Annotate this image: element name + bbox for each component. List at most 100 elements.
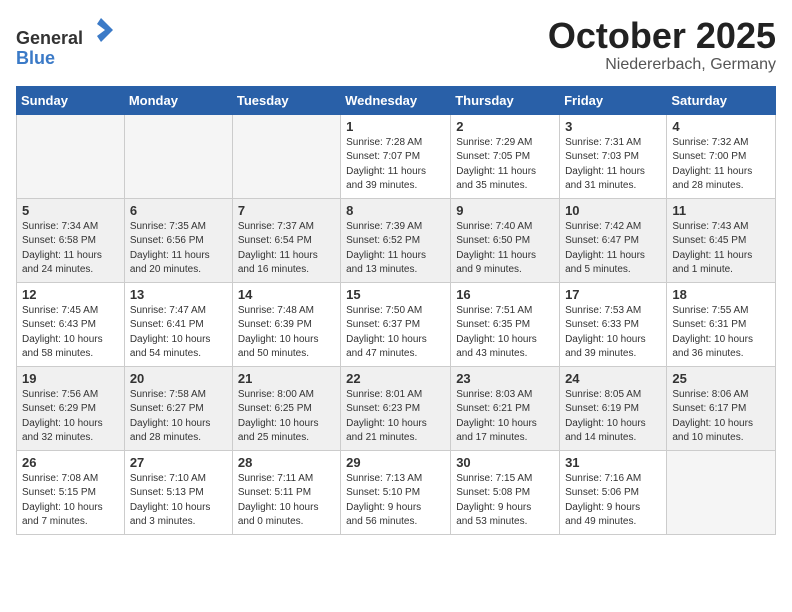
day-number: 5 bbox=[22, 203, 119, 218]
calendar-cell bbox=[17, 114, 125, 198]
logo-icon bbox=[87, 16, 115, 44]
calendar-week-row: 1Sunrise: 7:28 AM Sunset: 7:07 PM Daylig… bbox=[17, 114, 776, 198]
logo: General Blue bbox=[16, 16, 115, 69]
day-number: 26 bbox=[22, 455, 119, 470]
day-info: Sunrise: 8:06 AM Sunset: 6:17 PM Dayligh… bbox=[672, 388, 770, 446]
day-info: Sunrise: 7:39 AM Sunset: 6:52 PM Dayligh… bbox=[346, 220, 445, 278]
weekday-header-thursday: Thursday bbox=[451, 86, 560, 114]
day-info: Sunrise: 8:01 AM Sunset: 6:23 PM Dayligh… bbox=[346, 388, 445, 446]
calendar-cell: 19Sunrise: 7:56 AM Sunset: 6:29 PM Dayli… bbox=[17, 366, 125, 450]
day-info: Sunrise: 7:40 AM Sunset: 6:50 PM Dayligh… bbox=[456, 220, 554, 278]
calendar-cell: 13 Sunrise: 7:47 AM Sunset: 6:41 PM Dayli… bbox=[124, 282, 232, 366]
day-info: Sunrise: 7:29 AM Sunset: 7:05 PM Dayligh… bbox=[456, 136, 554, 194]
day-number: 20 bbox=[130, 371, 227, 386]
calendar-cell: 5 Sunrise: 7:34 AM Sunset: 6:58 PM Daylig… bbox=[17, 198, 125, 282]
calendar-cell: 30 Sunrise: 7:15 AM Sunset: 5:08 PM Dayli… bbox=[451, 450, 560, 534]
day-number: 18 bbox=[672, 287, 770, 302]
day-info: Sunrise: 7:53 AM Sunset: 6:33 PM Dayligh… bbox=[565, 304, 661, 362]
day-number: 30 bbox=[456, 455, 554, 470]
day-info: Sunrise: 7:16 AM Sunset: 5:06 PM Dayligh… bbox=[565, 472, 661, 530]
calendar-cell: 18Sunrise: 7:55 AM Sunset: 6:31 PM Dayli… bbox=[667, 282, 776, 366]
day-number: 6 bbox=[130, 203, 227, 218]
day-number: 9 bbox=[456, 203, 554, 218]
calendar-cell: 23 Sunrise: 8:03 AM Sunset: 6:21 PM Dayli… bbox=[451, 366, 560, 450]
weekday-header-sunday: Sunday bbox=[17, 86, 125, 114]
calendar-cell: 28 Sunrise: 7:11 AM Sunset: 5:11 PM Dayli… bbox=[232, 450, 340, 534]
calendar-cell bbox=[232, 114, 340, 198]
day-number: 3 bbox=[565, 119, 661, 134]
calendar-cell: 24 Sunrise: 8:05 AM Sunset: 6:19 PM Dayli… bbox=[560, 366, 667, 450]
calendar-cell: 29 Sunrise: 7:13 AM Sunset: 5:10 PM Dayli… bbox=[341, 450, 451, 534]
logo-blue: Blue bbox=[16, 48, 55, 68]
day-number: 22 bbox=[346, 371, 445, 386]
day-number: 11 bbox=[672, 203, 770, 218]
day-info: Sunrise: 7:31 AM Sunset: 7:03 PM Dayligh… bbox=[565, 136, 661, 194]
calendar-cell: 17Sunrise: 7:53 AM Sunset: 6:33 PM Dayli… bbox=[560, 282, 667, 366]
day-info: Sunrise: 7:15 AM Sunset: 5:08 PM Dayligh… bbox=[456, 472, 554, 530]
day-number: 29 bbox=[346, 455, 445, 470]
day-info: Sunrise: 7:45 AM Sunset: 6:43 PM Dayligh… bbox=[22, 304, 119, 362]
calendar-cell: 22 Sunrise: 8:01 AM Sunset: 6:23 PM Dayli… bbox=[341, 366, 451, 450]
day-info: Sunrise: 7:51 AM Sunset: 6:35 PM Dayligh… bbox=[456, 304, 554, 362]
calendar-week-row: 26 Sunrise: 7:08 AM Sunset: 5:15 PM Dayli… bbox=[17, 450, 776, 534]
day-info: Sunrise: 8:00 AM Sunset: 6:25 PM Dayligh… bbox=[238, 388, 335, 446]
day-number: 31 bbox=[565, 455, 661, 470]
calendar-cell: 20 Sunrise: 7:58 AM Sunset: 6:27 PM Dayli… bbox=[124, 366, 232, 450]
day-info: Sunrise: 7:34 AM Sunset: 6:58 PM Dayligh… bbox=[22, 220, 119, 278]
calendar-table: SundayMondayTuesdayWednesdayThursdayFrid… bbox=[16, 86, 776, 535]
weekday-header-wednesday: Wednesday bbox=[341, 86, 451, 114]
calendar-cell: 26 Sunrise: 7:08 AM Sunset: 5:15 PM Dayli… bbox=[17, 450, 125, 534]
day-number: 13 bbox=[130, 287, 227, 302]
weekday-header-tuesday: Tuesday bbox=[232, 86, 340, 114]
day-number: 24 bbox=[565, 371, 661, 386]
calendar-week-row: 19Sunrise: 7:56 AM Sunset: 6:29 PM Dayli… bbox=[17, 366, 776, 450]
day-info: Sunrise: 7:10 AM Sunset: 5:13 PM Dayligh… bbox=[130, 472, 227, 530]
day-number: 28 bbox=[238, 455, 335, 470]
day-info: Sunrise: 7:13 AM Sunset: 5:10 PM Dayligh… bbox=[346, 472, 445, 530]
calendar-cell: 15Sunrise: 7:50 AM Sunset: 6:37 PM Dayli… bbox=[341, 282, 451, 366]
day-number: 4 bbox=[672, 119, 770, 134]
calendar-cell bbox=[667, 450, 776, 534]
calendar-cell bbox=[124, 114, 232, 198]
calendar-week-row: 5 Sunrise: 7:34 AM Sunset: 6:58 PM Daylig… bbox=[17, 198, 776, 282]
day-number: 7 bbox=[238, 203, 335, 218]
day-info: Sunrise: 7:50 AM Sunset: 6:37 PM Dayligh… bbox=[346, 304, 445, 362]
day-info: Sunrise: 7:11 AM Sunset: 5:11 PM Dayligh… bbox=[238, 472, 335, 530]
location-title: Niedererbach, Germany bbox=[548, 56, 776, 74]
calendar-cell: 21 Sunrise: 8:00 AM Sunset: 6:25 PM Dayli… bbox=[232, 366, 340, 450]
calendar-cell: 14Sunrise: 7:48 AM Sunset: 6:39 PM Dayli… bbox=[232, 282, 340, 366]
day-info: Sunrise: 8:03 AM Sunset: 6:21 PM Dayligh… bbox=[456, 388, 554, 446]
logo-general: General bbox=[16, 28, 83, 48]
weekday-header-saturday: Saturday bbox=[667, 86, 776, 114]
calendar-cell: 2 Sunrise: 7:29 AM Sunset: 7:05 PM Daylig… bbox=[451, 114, 560, 198]
day-number: 25 bbox=[672, 371, 770, 386]
day-info: Sunrise: 7:56 AM Sunset: 6:29 PM Dayligh… bbox=[22, 388, 119, 446]
calendar-cell: 3 Sunrise: 7:31 AM Sunset: 7:03 PM Daylig… bbox=[560, 114, 667, 198]
day-info: Sunrise: 7:32 AM Sunset: 7:00 PM Dayligh… bbox=[672, 136, 770, 194]
day-number: 2 bbox=[456, 119, 554, 134]
day-number: 10 bbox=[565, 203, 661, 218]
day-info: Sunrise: 7:35 AM Sunset: 6:56 PM Dayligh… bbox=[130, 220, 227, 278]
day-number: 27 bbox=[130, 455, 227, 470]
day-number: 21 bbox=[238, 371, 335, 386]
day-info: Sunrise: 7:43 AM Sunset: 6:45 PM Dayligh… bbox=[672, 220, 770, 278]
day-info: Sunrise: 8:05 AM Sunset: 6:19 PM Dayligh… bbox=[565, 388, 661, 446]
day-info: Sunrise: 7:58 AM Sunset: 6:27 PM Dayligh… bbox=[130, 388, 227, 446]
day-info: Sunrise: 7:48 AM Sunset: 6:39 PM Dayligh… bbox=[238, 304, 335, 362]
calendar-cell: 6 Sunrise: 7:35 AM Sunset: 6:56 PM Daylig… bbox=[124, 198, 232, 282]
calendar-cell: 4 Sunrise: 7:32 AM Sunset: 7:00 PM Daylig… bbox=[667, 114, 776, 198]
day-info: Sunrise: 7:47 AM Sunset: 6:41 PM Dayligh… bbox=[130, 304, 227, 362]
day-info: Sunrise: 7:28 AM Sunset: 7:07 PM Dayligh… bbox=[346, 136, 445, 194]
calendar-week-row: 12 Sunrise: 7:45 AM Sunset: 6:43 PM Dayli… bbox=[17, 282, 776, 366]
calendar-cell: 16Sunrise: 7:51 AM Sunset: 6:35 PM Dayli… bbox=[451, 282, 560, 366]
calendar-cell: 7Sunrise: 7:37 AM Sunset: 6:54 PM Daylig… bbox=[232, 198, 340, 282]
page-header: General Blue October 2025 Niedererbach, … bbox=[16, 16, 776, 74]
day-info: Sunrise: 7:42 AM Sunset: 6:47 PM Dayligh… bbox=[565, 220, 661, 278]
day-number: 12 bbox=[22, 287, 119, 302]
calendar-cell: 1Sunrise: 7:28 AM Sunset: 7:07 PM Daylig… bbox=[341, 114, 451, 198]
calendar-cell: 12 Sunrise: 7:45 AM Sunset: 6:43 PM Dayli… bbox=[17, 282, 125, 366]
day-number: 23 bbox=[456, 371, 554, 386]
weekday-header-row: SundayMondayTuesdayWednesdayThursdayFrid… bbox=[17, 86, 776, 114]
calendar-cell: 27 Sunrise: 7:10 AM Sunset: 5:13 PM Dayli… bbox=[124, 450, 232, 534]
day-info: Sunrise: 7:08 AM Sunset: 5:15 PM Dayligh… bbox=[22, 472, 119, 530]
